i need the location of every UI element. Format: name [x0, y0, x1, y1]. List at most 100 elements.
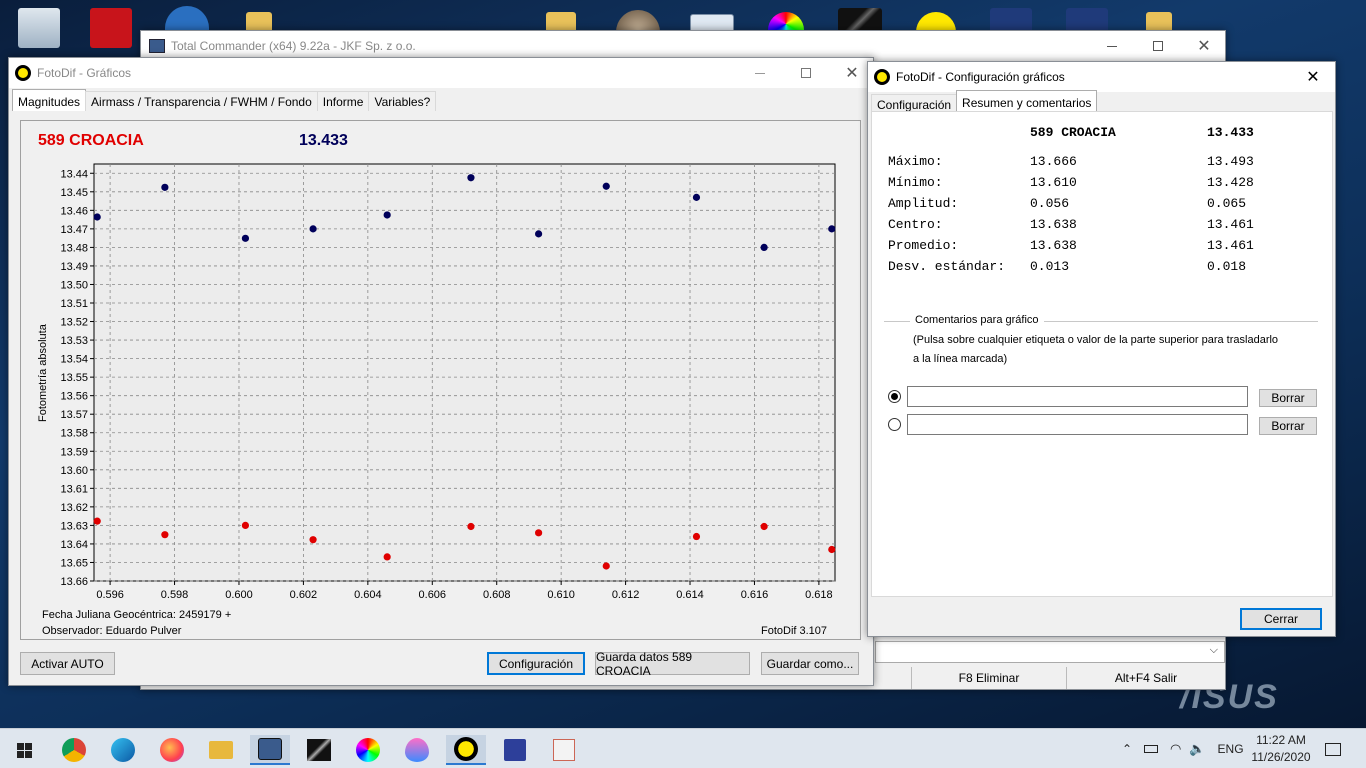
tc-fkey-altf4[interactable]: Alt+F4 Salir	[1066, 667, 1225, 689]
tc-minimize-button[interactable]	[1089, 31, 1135, 61]
clock[interactable]: 11:22 AM 11/26/2020	[1248, 732, 1314, 766]
variable-point[interactable]	[467, 522, 475, 531]
comparison-point[interactable]	[309, 225, 317, 233]
y-tick-label: 13.63	[60, 520, 88, 532]
stat-label[interactable]: Máximo:	[888, 154, 943, 169]
tab-informe[interactable]: Informe	[316, 91, 370, 111]
taskbar-total-commander[interactable]	[250, 735, 290, 765]
variable-point[interactable]	[692, 532, 701, 541]
chevron-up-icon[interactable]: ⌃	[1118, 742, 1136, 756]
taskbar-java[interactable]	[544, 735, 584, 765]
stat-value[interactable]: 0.065	[1207, 196, 1246, 211]
wifi-icon[interactable]: ◠	[1170, 741, 1181, 757]
variable-point[interactable]	[383, 553, 391, 561]
taskbar-chrome[interactable]	[54, 735, 94, 765]
stat-label[interactable]: Desv. estándar:	[888, 259, 1005, 274]
comparison-point[interactable]	[93, 213, 101, 221]
tab-variables[interactable]: Variables?	[368, 91, 437, 111]
stat-value[interactable]: 13.493	[1207, 154, 1254, 169]
tab-airmass[interactable]: Airmass / Transparencia / FWHM / Fondo	[85, 91, 318, 111]
stat-value[interactable]: 13.461	[1207, 217, 1254, 232]
chart-svg: 13.44 13.45 13.46 13.47 13.48 13.49 13.50 13.51…	[37, 132, 836, 637]
stat-value[interactable]: 13.666	[1030, 154, 1077, 169]
stat-label[interactable]: Amplitud:	[888, 196, 958, 211]
star-value[interactable]: 13.433	[299, 132, 348, 149]
comment-1-radio[interactable]	[888, 390, 901, 403]
close-icon: ✕	[1197, 38, 1211, 55]
magnitude-chart[interactable]: 13.44 13.45 13.46 13.47 13.48 13.49 13.50 13.51…	[20, 120, 861, 640]
star-label[interactable]: 589 CROACIA	[38, 132, 144, 149]
stat-label[interactable]: Centro:	[888, 217, 943, 232]
graficos-maximize-button[interactable]	[783, 58, 829, 88]
comparison-point[interactable]	[535, 230, 543, 238]
comparison-point[interactable]	[602, 182, 610, 190]
tc-close-button[interactable]: ✕	[1181, 31, 1227, 61]
taskbar-starfield-app[interactable]	[299, 735, 339, 765]
variable-point[interactable]	[241, 521, 250, 529]
tc-command-line[interactable]: ⌵	[875, 641, 1225, 663]
stat-value[interactable]: 13.461	[1207, 238, 1254, 253]
notifications-button[interactable]	[1322, 739, 1344, 759]
comparison-point[interactable]	[161, 183, 169, 191]
stat-label[interactable]: Promedio:	[888, 238, 958, 253]
comment-1-input[interactable]	[907, 386, 1248, 407]
graficos-minimize-button[interactable]	[737, 58, 783, 88]
pdf-reader-icon[interactable]	[90, 8, 132, 48]
start-button[interactable]	[4, 735, 44, 765]
fotodif-icon	[454, 737, 478, 761]
taskbar-save-app[interactable]	[495, 735, 535, 765]
guarda-datos-button[interactable]: Guarda datos 589 CROACIA	[595, 650, 750, 678]
stat-value[interactable]: 13.610	[1030, 175, 1077, 190]
variable-point[interactable]	[828, 545, 836, 554]
tc-maximize-button[interactable]	[1135, 31, 1181, 61]
configuracion-button[interactable]: Configuración	[487, 652, 585, 675]
stats-header-value[interactable]: 13.433	[1207, 125, 1254, 140]
tab-resumen[interactable]: Resumen y comentarios	[956, 90, 1098, 112]
variable-point[interactable]	[309, 536, 317, 544]
comparison-point[interactable]	[760, 243, 768, 251]
variable-point[interactable]	[535, 529, 543, 537]
stat-value[interactable]: 0.056	[1030, 196, 1069, 211]
stat-row: Mínimo: 13.610 13.428	[888, 175, 1268, 193]
system-tray: ⌃ ◠ 🔈 ENG	[1118, 729, 1244, 768]
stat-value[interactable]: 13.638	[1030, 217, 1077, 232]
config-titlebar[interactable]: FotoDif - Configuración gráficos	[868, 62, 1335, 92]
y-tick-label: 13.64	[60, 539, 88, 551]
variable-point[interactable]	[602, 562, 610, 570]
volume-icon[interactable]: 🔈	[1189, 741, 1205, 757]
comparison-point[interactable]	[692, 193, 701, 201]
comparison-point[interactable]	[467, 174, 475, 182]
recycle-bin-icon[interactable]	[18, 8, 60, 48]
tc-fkey-f8[interactable]: F8 Eliminar	[911, 667, 1066, 689]
taskbar-color-app[interactable]	[348, 735, 388, 765]
stat-value[interactable]: 0.018	[1207, 259, 1246, 274]
taskbar-edge[interactable]	[103, 735, 143, 765]
taskbar-firefox[interactable]	[152, 735, 192, 765]
taskbar-file-explorer[interactable]	[201, 735, 241, 765]
variable-point[interactable]	[760, 522, 768, 531]
tab-magnitudes[interactable]: Magnitudes	[12, 89, 87, 111]
borrar-1-button[interactable]: Borrar	[1259, 389, 1317, 407]
comment-2-radio[interactable]	[888, 418, 901, 431]
variable-point[interactable]	[161, 531, 169, 539]
stat-value[interactable]: 13.428	[1207, 175, 1254, 190]
stat-value[interactable]: 0.013	[1030, 259, 1069, 274]
comparison-point[interactable]	[383, 211, 391, 219]
config-close-button[interactable]: ✕	[1290, 62, 1336, 92]
borrar-2-button[interactable]: Borrar	[1259, 417, 1317, 435]
taskbar-fotodif[interactable]	[446, 735, 486, 765]
comment-2-input[interactable]	[907, 414, 1248, 435]
guardar-como-button[interactable]: Guardar como...	[761, 652, 859, 675]
battery-icon[interactable]	[1144, 745, 1158, 753]
cerrar-button[interactable]: Cerrar	[1240, 608, 1322, 630]
stat-value[interactable]: 13.638	[1030, 238, 1077, 253]
variable-point[interactable]	[93, 517, 101, 525]
comparison-point[interactable]	[241, 234, 250, 242]
stats-header-name[interactable]: 589 CROACIA	[1030, 125, 1116, 140]
taskbar-drop-app[interactable]	[397, 735, 437, 765]
x-tick-label: 0.602	[290, 589, 318, 601]
activar-auto-button[interactable]: Activar AUTO	[20, 652, 115, 675]
comparison-point[interactable]	[828, 225, 836, 233]
stat-label[interactable]: Mínimo:	[888, 175, 943, 190]
language-indicator[interactable]: ENG	[1218, 742, 1244, 756]
